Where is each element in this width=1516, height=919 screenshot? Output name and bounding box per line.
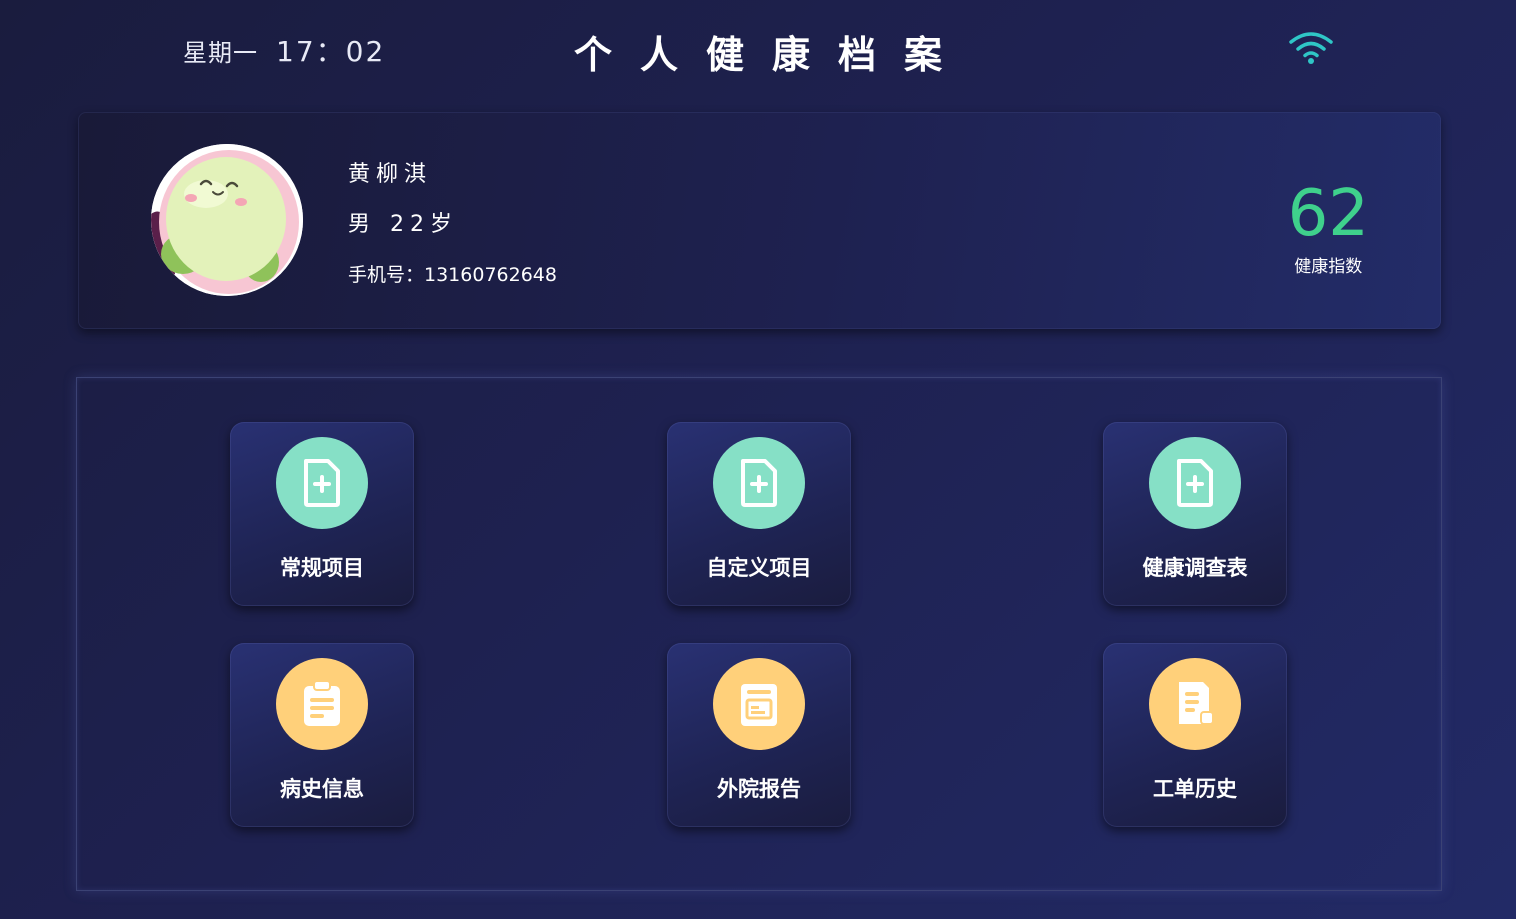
patient-name: 黄柳淇 [348,162,433,187]
menu-tile-label: 外院报告 [717,777,801,801]
patient-gender: 男 [348,212,377,237]
menu-tile-work-order-history[interactable]: 工单历史 [1103,643,1287,827]
report-icon [713,658,805,750]
profile-card: 黄柳淇 男 22岁 手机号：13160762648 62 健康指数 [78,112,1441,329]
gender-age: 男 22岁 [348,206,557,238]
menu-tile-label: 常规项目 [280,556,364,580]
patient-age: 22岁 [390,212,459,237]
menu-panel: 常规项目 自定义项目 健康调查表 病史信息 外院报告 工单历史 [76,377,1442,891]
menu-tile-routine-items[interactable]: 常规项目 [230,422,414,606]
document-plus-icon [1149,437,1241,529]
health-score-value: 62 [1287,177,1369,251]
menu-tile-label: 工单历史 [1153,777,1237,801]
health-score: 62 健康指数 [1288,182,1369,277]
clipboard-icon [276,658,368,750]
patient-phone: 手机号：13160762648 [348,264,557,286]
document-plus-icon [276,437,368,529]
health-score-label: 健康指数 [1294,257,1363,277]
profile-info: 黄柳淇 男 22岁 手机号：13160762648 [348,156,557,287]
menu-tile-external-report[interactable]: 外院报告 [667,643,851,827]
menu-tile-label: 自定义项目 [706,556,812,580]
menu-tile-label: 病史信息 [280,777,364,801]
menu-tile-medical-history[interactable]: 病史信息 [230,643,414,827]
avatar[interactable] [151,144,303,296]
wifi-icon [1289,32,1333,64]
work-order-icon [1149,658,1241,750]
menu-tile-custom-items[interactable]: 自定义项目 [667,422,851,606]
avatar-image [151,144,303,296]
menu-tile-label: 健康调查表 [1142,556,1248,580]
document-plus-icon [713,437,805,529]
menu-tile-health-survey[interactable]: 健康调查表 [1103,422,1287,606]
header: 星期一 17：02 个人健康档案 [0,0,1516,100]
